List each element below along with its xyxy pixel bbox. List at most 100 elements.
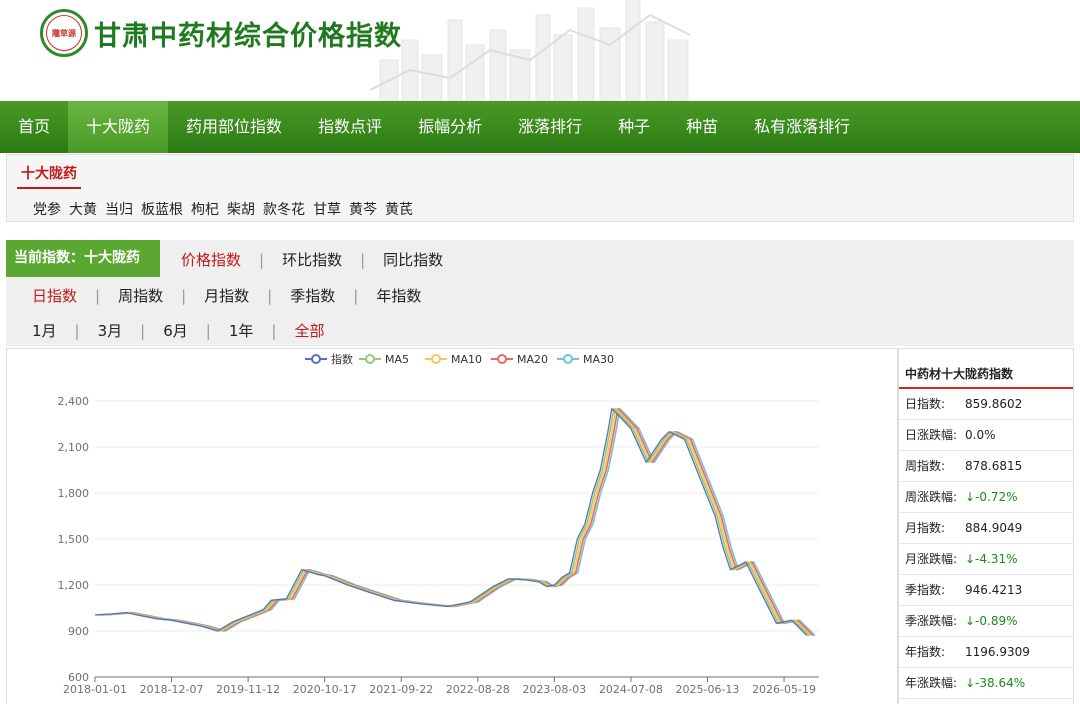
summary-label: 月涨跌幅: <box>905 552 958 566</box>
period-tabs: 日指数 | 周指数 | 月指数 | 季指数 | 年指数 <box>32 285 421 306</box>
legend-label: 指数 <box>331 352 353 366</box>
chart-svg: 6009001,2001,5001,8002,1002,4002018-01-0… <box>58 352 819 696</box>
category-title: 十大陇药 <box>17 163 81 189</box>
nav-item-0[interactable]: 首页 <box>0 101 68 153</box>
site-logo[interactable]: 隴草源 <box>40 9 88 57</box>
summary-value: 1196.9309 <box>965 645 1030 659</box>
legend-label: MA10 <box>451 353 482 366</box>
summary-value: 0.0% <box>965 428 996 442</box>
category-section: 十大陇药 党参 大黄 当归 板蓝根 枸杞 柴胡 款冬花 甘草 黄芩 黄芪 <box>6 154 1074 222</box>
range-tabs: 1月 | 3月 | 6月 | 1年 | 全部 <box>32 320 324 341</box>
series-line-3 <box>100 407 814 637</box>
x-tick-label: 2018-01-01 <box>63 683 127 696</box>
main-nav: 首页 十大陇药 药用部位指数 指数点评 振幅分析 涨落排行 种子 种苗 私有涨落排行 <box>0 101 1080 153</box>
legend-marker <box>365 354 375 364</box>
summary-label: 周涨跌幅: <box>905 490 958 504</box>
summary-label: 周指数: <box>905 459 946 473</box>
separator: | <box>74 321 80 340</box>
legend-label: MA20 <box>517 353 548 366</box>
nav-item-5[interactable]: 涨落排行 <box>500 101 600 153</box>
period-tab-3[interactable]: 季指数 <box>290 285 335 306</box>
legend-marker <box>311 354 321 364</box>
nav-item-8[interactable]: 私有涨落排行 <box>736 101 868 153</box>
x-tick-label: 2024-07-08 <box>599 683 663 696</box>
summary-value: 878.6815 <box>965 459 1023 473</box>
separator: | <box>267 286 273 305</box>
legend-label: MA5 <box>385 353 409 366</box>
category-item-9[interactable]: 黄芪 <box>385 199 413 219</box>
category-item-5[interactable]: 柴胡 <box>227 199 255 219</box>
summary-row: 日指数: 859.8602 <box>899 389 1073 420</box>
summary-value: 859.8602 <box>965 397 1023 411</box>
period-tab-2[interactable]: 月指数 <box>204 285 249 306</box>
category-item-2[interactable]: 当归 <box>105 199 133 219</box>
summary-label: 季涨跌幅: <box>905 614 958 628</box>
summary-row: 周涨跌幅: ↓-0.72% <box>899 482 1073 513</box>
x-tick-label: 2019-11-12 <box>216 683 280 696</box>
nav-item-3[interactable]: 指数点评 <box>300 101 400 153</box>
header-decoration <box>370 0 691 101</box>
index-type-tab-0[interactable]: 价格指数 <box>181 249 241 270</box>
y-tick-label: 2,400 <box>58 395 90 408</box>
legend-marker <box>563 354 573 364</box>
summary-row: 月指数: 884.9049 <box>899 513 1073 544</box>
nav-item-7[interactable]: 种苗 <box>668 101 736 153</box>
nav-item-1[interactable]: 十大陇药 <box>68 101 169 153</box>
separator: | <box>181 286 187 305</box>
legend-label: MA30 <box>583 353 614 366</box>
y-tick-label: 1,500 <box>58 533 90 546</box>
summary-row: 年指数: 1196.9309 <box>899 637 1073 668</box>
summary-row: 季指数: 946.4213 <box>899 575 1073 606</box>
nav-item-4[interactable]: 振幅分析 <box>400 101 500 153</box>
site-header: 隴草源 甘肃中药材综合价格指数 <box>0 0 1080 101</box>
category-item-3[interactable]: 板蓝根 <box>141 199 183 219</box>
legend-marker <box>497 354 507 364</box>
category-item-6[interactable]: 款冬花 <box>263 199 305 219</box>
y-tick-label: 1,800 <box>58 487 90 500</box>
series-line-0 <box>94 408 808 637</box>
x-tick-label: 2023-08-03 <box>522 683 586 696</box>
summary-row: 周指数: 878.6815 <box>899 451 1073 482</box>
index-type-tabs: 价格指数 | 环比指数 | 同比指数 <box>181 249 443 270</box>
period-tab-4[interactable]: 年指数 <box>376 285 421 306</box>
x-tick-label: 2025-06-13 <box>676 683 740 696</box>
summary-label: 日涨跌幅: <box>905 428 958 442</box>
summary-label: 季指数: <box>905 583 946 597</box>
series-line-4 <box>102 407 816 637</box>
summary-row: 年涨跌幅: ↓-38.64% <box>899 668 1073 699</box>
x-tick-label: 2018-12-07 <box>140 683 204 696</box>
range-tab-4[interactable]: 全部 <box>294 320 324 341</box>
category-item-7[interactable]: 甘草 <box>313 199 341 219</box>
category-item-1[interactable]: 大黄 <box>69 199 97 219</box>
summary-row: 季涨跌幅: ↓-0.89% <box>899 606 1073 637</box>
y-tick-label: 1,200 <box>58 579 90 592</box>
summary-title: 中药材十大陇药指数 <box>899 349 1073 389</box>
range-tab-3[interactable]: 1年 <box>229 320 254 341</box>
index-summary-panel: 中药材十大陇药指数 日指数: 859.8602 日涨跌幅: 0.0% 周指数: 878.6… <box>898 348 1074 704</box>
summary-value: ↓-4.31% <box>965 552 1018 566</box>
separator: | <box>140 321 146 340</box>
summary-label: 年指数: <box>905 645 946 659</box>
range-tab-0[interactable]: 1月 <box>32 320 57 341</box>
nav-item-6[interactable]: 种子 <box>600 101 668 153</box>
period-tab-1[interactable]: 周指数 <box>118 285 163 306</box>
index-chart: 600 900 1,200 1,500 1,800 2,100 2,400 2018-01-0… <box>6 348 898 704</box>
index-type-tab-2[interactable]: 同比指数 <box>383 249 443 270</box>
separator: | <box>271 321 277 340</box>
summary-value: ↓-0.89% <box>965 614 1018 628</box>
period-tab-0[interactable]: 日指数 <box>32 285 77 306</box>
nav-item-2[interactable]: 药用部位指数 <box>168 101 300 153</box>
category-item-0[interactable]: 党参 <box>33 199 61 219</box>
category-item-8[interactable]: 黄芩 <box>349 199 377 219</box>
x-tick-label: 2021-09-22 <box>369 683 433 696</box>
range-tab-2[interactable]: 6月 <box>163 320 188 341</box>
y-tick-label: 900 <box>68 625 89 638</box>
category-item-4[interactable]: 枸杞 <box>191 199 219 219</box>
summary-label: 月指数: <box>905 521 946 535</box>
series-line-2 <box>98 407 812 637</box>
separator: | <box>353 286 359 305</box>
range-tab-1[interactable]: 3月 <box>98 320 123 341</box>
summary-label: 年涨跌幅: <box>905 676 958 690</box>
x-tick-label: 2020-10-17 <box>293 683 357 696</box>
index-type-tab-1[interactable]: 环比指数 <box>282 249 342 270</box>
